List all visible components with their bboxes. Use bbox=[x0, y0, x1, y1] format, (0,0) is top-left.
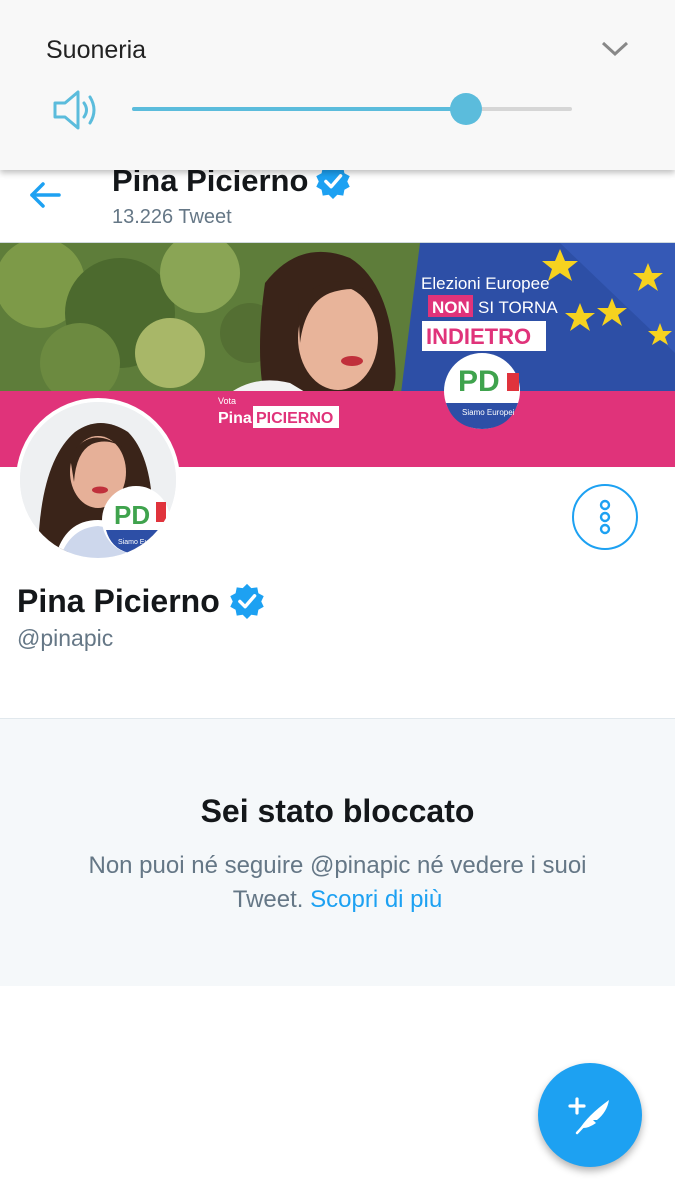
banner-slogan-non: NON bbox=[432, 298, 470, 317]
banner-slogan-line2: SI TORNA bbox=[478, 298, 558, 317]
profile-handle: @pinapic bbox=[17, 625, 114, 651]
volume-title: Suoneria bbox=[46, 36, 147, 64]
banner-vota: Vota bbox=[218, 396, 236, 406]
avatar[interactable]: PD Siamo Europei bbox=[16, 398, 180, 562]
volume-slider[interactable] bbox=[132, 93, 572, 125]
volume-slider-thumb[interactable] bbox=[450, 93, 483, 125]
avatar-party-subtitle: Siamo Europei bbox=[118, 539, 164, 546]
banner-party-subtitle: Siamo Europei bbox=[462, 408, 515, 417]
tweet-count: 13.226 Tweet bbox=[112, 206, 232, 228]
banner-party-logo: PD bbox=[458, 365, 500, 398]
more-vertical-icon bbox=[599, 499, 611, 535]
learn-more-link[interactable]: Scopri di più bbox=[310, 886, 442, 913]
more-options-button[interactable] bbox=[572, 484, 638, 550]
avatar-party-logo: PD bbox=[114, 500, 150, 530]
profile-name: Pina Picierno bbox=[17, 582, 266, 620]
chevron-down-icon[interactable] bbox=[600, 38, 630, 60]
arrow-left-icon[interactable] bbox=[28, 180, 62, 210]
volume-slider-fill bbox=[132, 107, 467, 111]
avatar-image: PD Siamo Europei bbox=[20, 402, 176, 558]
profile-name-text: Pina Picierno bbox=[17, 582, 220, 619]
blocked-title: Sei stato bloccato bbox=[200, 793, 475, 829]
blocked-message: Non puoi né seguire @pinapic né vedere i… bbox=[60, 849, 615, 917]
verified-badge-icon bbox=[230, 583, 264, 620]
compose-tweet-button[interactable] bbox=[538, 1063, 642, 1167]
banner-surname: PICIERNO bbox=[256, 410, 333, 427]
banner-slogan-line1: Elezioni Europee bbox=[421, 274, 550, 293]
banner-slogan-line3: INDIETRO bbox=[426, 324, 531, 349]
blocked-notice: Sei stato bloccato Non puoi né seguire @… bbox=[0, 718, 675, 986]
speaker-icon[interactable] bbox=[52, 88, 100, 132]
compose-tweet-icon bbox=[568, 1097, 609, 1135]
volume-panel: Suoneria bbox=[0, 0, 675, 170]
banner-pina: Pina bbox=[218, 410, 252, 427]
